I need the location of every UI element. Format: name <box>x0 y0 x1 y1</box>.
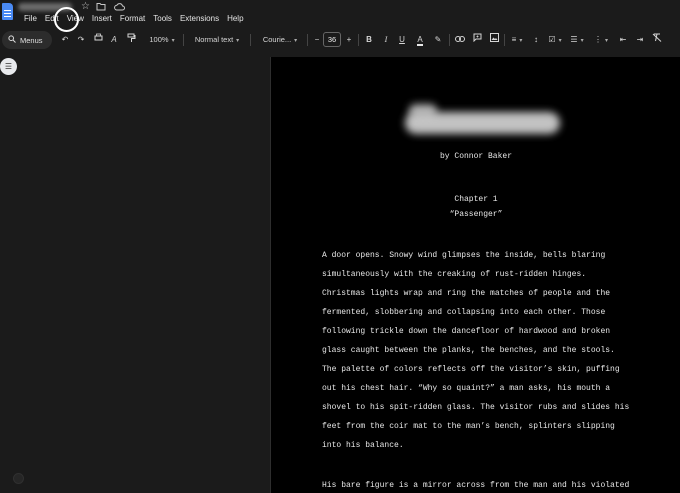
text-line: fermented, slobbering and collapsing int… <box>322 308 606 317</box>
chapter-subtitle: “Passenger” <box>449 210 503 219</box>
chevron-down-icon: ▾ <box>171 38 175 44</box>
chevron-down-icon: ▾ <box>236 38 240 44</box>
menu-insert[interactable]: Insert <box>88 13 116 25</box>
text-line: glass caught between the planks, the ben… <box>322 346 615 355</box>
toolbar-divider <box>183 34 184 46</box>
text-line: into his balance. <box>322 441 404 450</box>
outline-list-icon: ☰ <box>4 61 13 71</box>
clear-formatting-icon[interactable] <box>651 33 663 47</box>
highlight-color-icon[interactable]: ✎ <box>432 33 444 47</box>
formatting-toolbar: Menus ↶ ↷ A 100% ▾ Normal text ▾ Courie...… <box>0 30 680 50</box>
toolbar-divider <box>358 34 359 46</box>
text-line: The palette of colors reflects off the v… <box>322 365 620 374</box>
redacted-title-fragment <box>409 104 437 118</box>
insert-image-icon[interactable] <box>488 33 500 47</box>
increase-indent-icon[interactable]: ⇥ <box>634 33 646 47</box>
decrease-font-size-button[interactable]: − <box>312 33 322 47</box>
bold-icon[interactable]: B <box>364 33 374 47</box>
font-size-input[interactable]: 36 <box>323 32 341 47</box>
text-line: out his chest hair. “Why so quaint?” a m… <box>322 384 611 393</box>
toolbar-divider <box>504 34 505 46</box>
text-line: shovel to his spit-ridden glass. The vis… <box>322 403 630 412</box>
body-paragraph: His bare figure is a mirror across from … <box>322 476 667 493</box>
author-byline: by Connor Baker <box>439 152 512 161</box>
explore-button[interactable] <box>13 473 24 484</box>
numbered-list-icon[interactable]: ⋮ ▾ <box>592 33 610 47</box>
italic-icon[interactable]: I <box>381 33 391 47</box>
insert-comment-icon[interactable] <box>471 33 483 47</box>
chapter-heading: Chapter 1 <box>454 195 498 204</box>
search-icon <box>8 35 16 45</box>
toolbar-divider <box>449 34 450 46</box>
spellcheck-icon[interactable]: A <box>108 33 120 47</box>
zoom-value: 100% <box>149 35 169 44</box>
toolbar-divider <box>250 34 251 46</box>
font-value: Courie... <box>262 35 292 44</box>
menu-file[interactable]: File <box>20 13 41 25</box>
line-spacing-icon[interactable]: ↕ <box>530 33 542 47</box>
underline-icon[interactable]: U <box>397 33 407 47</box>
chevron-down-icon: ▾ <box>519 38 523 44</box>
docs-window: ☆ File Edit View Insert Format Tools Ext… <box>0 0 680 493</box>
increase-font-size-button[interactable]: + <box>344 33 354 47</box>
text-line: simultaneously with the creaking of rust… <box>322 270 587 279</box>
chevron-down-icon: ▾ <box>580 38 584 44</box>
body-paragraph: A door opens. Snowy wind glimpses the in… <box>322 246 667 455</box>
cloud-status-icon[interactable] <box>114 2 125 12</box>
text-color-icon[interactable]: A <box>414 33 426 47</box>
docs-logo-icon[interactable] <box>2 3 13 20</box>
chevron-down-icon: ▾ <box>558 38 562 44</box>
toolbar-divider <box>307 34 308 46</box>
text-line: feet from the coir mat to the man’s benc… <box>322 422 615 431</box>
paint-format-icon[interactable] <box>125 33 137 47</box>
menu-help[interactable]: Help <box>223 13 247 25</box>
align-icon[interactable]: ≡ ▾ <box>508 33 526 47</box>
paragraph-style-select[interactable]: Normal text ▾ <box>190 33 244 47</box>
font-family-select[interactable]: Courie... ▾ <box>259 33 301 47</box>
menu-extensions[interactable]: Extensions <box>176 13 223 25</box>
folder-move-icon[interactable] <box>96 2 106 12</box>
document-title-redacted[interactable] <box>18 3 72 11</box>
menu-bar: File Edit View Insert Format Tools Exten… <box>20 13 248 25</box>
star-icon[interactable]: ☆ <box>81 2 91 12</box>
menu-format[interactable]: Format <box>116 13 149 25</box>
document-outline-button[interactable]: ☰ <box>0 58 17 75</box>
zoom-select[interactable]: 100% ▾ <box>145 33 179 47</box>
text-line: A door opens. Snowy wind glimpses the in… <box>322 251 606 260</box>
bulleted-list-icon[interactable]: ☰ ▾ <box>568 33 586 47</box>
redo-icon[interactable]: ↷ <box>76 33 86 47</box>
menu-edit[interactable]: Edit <box>41 13 63 25</box>
title-bar: ☆ File Edit View Insert Format Tools Ext… <box>0 0 680 32</box>
text-line: Christmas lights wrap and ring the match… <box>322 289 611 298</box>
search-menus-button[interactable]: Menus <box>2 31 52 49</box>
menu-view[interactable]: View <box>63 13 88 25</box>
undo-icon[interactable]: ↶ <box>60 33 70 47</box>
chevron-down-icon: ▾ <box>294 38 298 44</box>
document-page[interactable]: by Connor Baker Chapter 1 “Passenger” A … <box>270 57 680 493</box>
text-line: His bare figure is a mirror across from … <box>322 481 630 490</box>
print-icon[interactable] <box>92 33 104 47</box>
checklist-icon[interactable]: ☑ ▾ <box>546 33 564 47</box>
decrease-indent-icon[interactable]: ⇤ <box>617 33 629 47</box>
search-menus-label: Menus <box>20 35 43 45</box>
text-line: following trickle down the dancefloor of… <box>322 327 611 336</box>
menu-tools[interactable]: Tools <box>149 13 176 25</box>
style-value: Normal text <box>194 35 234 44</box>
insert-link-icon[interactable] <box>454 33 466 47</box>
chevron-down-icon: ▾ <box>604 38 608 44</box>
